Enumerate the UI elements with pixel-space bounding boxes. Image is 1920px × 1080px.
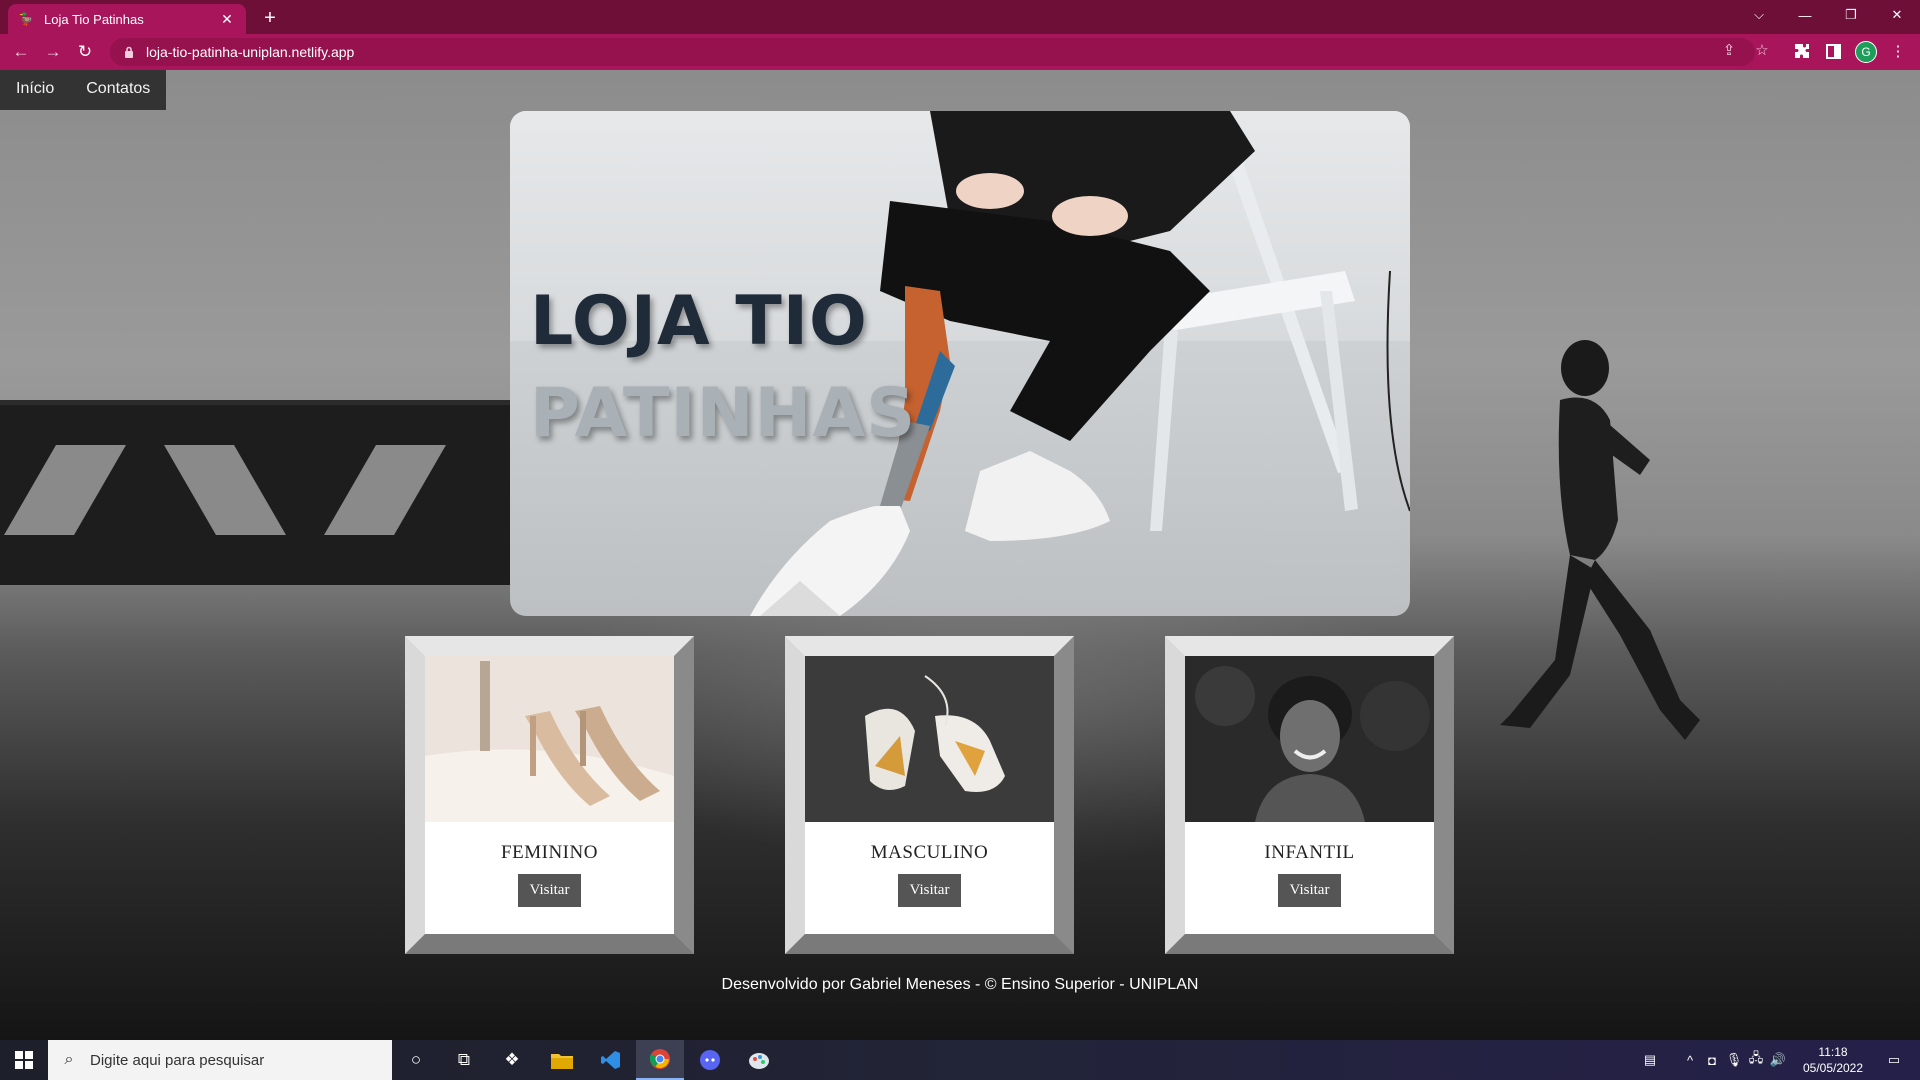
hero-title-line1: LOJA TIO <box>530 282 868 361</box>
category-card-feminino: FEMININO Visitar <box>405 636 694 954</box>
windows-start-icon[interactable] <box>0 1040 48 1080</box>
show-hidden-icons-chevron-icon[interactable]: ^ <box>1680 1050 1700 1070</box>
file-explorer-icon[interactable] <box>538 1040 586 1080</box>
page-viewport: Início Contatos LOJA TIO PATINHAS FEMINI… <box>0 70 1920 1040</box>
lock-icon <box>122 45 136 59</box>
background-runner-silhouette <box>1500 340 1700 740</box>
share-icon[interactable]: ⇪ <box>1719 40 1739 60</box>
browser-tab-strip: 🦆 Loja Tio Patinhas ✕ + ⌵ — ❐ ✕ <box>0 0 1920 34</box>
cortana-icon[interactable]: ○ <box>392 1040 440 1080</box>
extensions-puzzle-icon[interactable] <box>1791 40 1813 62</box>
infantil-child-image <box>1185 656 1434 822</box>
hero-title-line2: PATINHAS <box>530 374 917 453</box>
tab-search-chevron-icon[interactable]: ⌵ <box>1736 0 1782 30</box>
chrome-icon[interactable] <box>636 1040 684 1080</box>
card-title-masculino: MASCULINO <box>870 842 989 863</box>
address-bar[interactable]: loja-tio-patinha-uniplan.netlify.app <box>110 38 1755 66</box>
taskbar-clock[interactable]: 11:18 05/05/2022 <box>1790 1044 1876 1076</box>
menu-dots-icon[interactable]: ⋮ <box>1887 40 1909 62</box>
taskbar-search-box[interactable]: ⌕ Digite aqui para pesquisar <box>48 1040 392 1080</box>
news-widget-icon[interactable]: ▤ <box>1640 1050 1660 1070</box>
profile-avatar[interactable]: G <box>1855 41 1877 63</box>
category-card-infantil: INFANTIL Visitar <box>1165 636 1454 954</box>
back-icon[interactable]: ← <box>9 40 33 64</box>
clock-date: 05/05/2022 <box>1802 1061 1864 1075</box>
nav-link-inicio[interactable]: Início <box>0 70 70 110</box>
volume-icon[interactable]: 🔊 <box>1768 1050 1788 1070</box>
top-navigation: Início Contatos <box>0 70 167 110</box>
paint-app-icon[interactable] <box>735 1040 783 1080</box>
restore-icon[interactable]: ❐ <box>1828 0 1874 30</box>
taskbar-search-placeholder: Digite aqui para pesquisar <box>90 1051 265 1069</box>
minimize-icon[interactable]: — <box>1782 0 1828 30</box>
bookmark-star-icon[interactable]: ☆ <box>1752 40 1772 60</box>
reload-icon[interactable]: ↻ <box>73 40 97 64</box>
vscode-icon[interactable] <box>587 1040 635 1080</box>
footer-credit: Desenvolvido por Gabriel Meneses - © Ens… <box>721 976 1199 993</box>
visit-button-infantil[interactable]: Visitar <box>1277 874 1342 907</box>
app-icon[interactable]: ❖ <box>488 1040 536 1080</box>
browser-toolbar: ← → ↻ loja-tio-patinha-uniplan.netlify.a… <box>0 34 1920 70</box>
card-title-feminino: FEMININO <box>501 842 598 863</box>
category-card-masculino: MASCULINO Visitar <box>785 636 1074 954</box>
visit-button-feminino[interactable]: Visitar <box>517 874 582 907</box>
task-view-icon[interactable]: ⧉ <box>440 1040 488 1080</box>
notifications-icon[interactable]: ▭ <box>1884 1050 1904 1070</box>
nav-link-contatos[interactable]: Contatos <box>70 70 166 110</box>
hero-banner: LOJA TIO PATINHAS <box>510 111 1410 616</box>
feminino-shoes-image <box>425 656 674 822</box>
clock-time: 11:18 <box>1818 1045 1848 1059</box>
hero-title: LOJA TIO PATINHAS <box>530 276 916 460</box>
discord-icon[interactable] <box>686 1040 734 1080</box>
forward-icon[interactable]: → <box>41 40 65 64</box>
card-title-infantil: INFANTIL <box>1264 842 1355 863</box>
close-window-icon[interactable]: ✕ <box>1874 0 1920 30</box>
side-panel-icon[interactable] <box>1822 40 1844 62</box>
search-icon: ⌕ <box>64 1051 74 1068</box>
tab-title: Loja Tio Patinhas <box>44 11 144 27</box>
duck-favicon-icon: 🦆 <box>18 12 34 26</box>
masculino-sneakers-image <box>805 656 1054 822</box>
network-icon[interactable]: 🖧 <box>1746 1050 1766 1070</box>
browser-tab-active[interactable]: 🦆 Loja Tio Patinhas ✕ <box>8 4 246 34</box>
windows-taskbar: ⌕ Digite aqui para pesquisar ○ ⧉ ❖ ▤ ^ ◘… <box>0 1040 1920 1080</box>
visit-button-masculino[interactable]: Visitar <box>897 874 962 907</box>
close-tab-icon[interactable]: ✕ <box>218 10 236 28</box>
camera-icon[interactable]: ◘ <box>1702 1050 1722 1070</box>
url-text: loja-tio-patinha-uniplan.netlify.app <box>146 44 355 60</box>
new-tab-icon[interactable]: + <box>258 6 282 30</box>
microphone-icon[interactable]: 🎙 <box>1724 1050 1744 1070</box>
